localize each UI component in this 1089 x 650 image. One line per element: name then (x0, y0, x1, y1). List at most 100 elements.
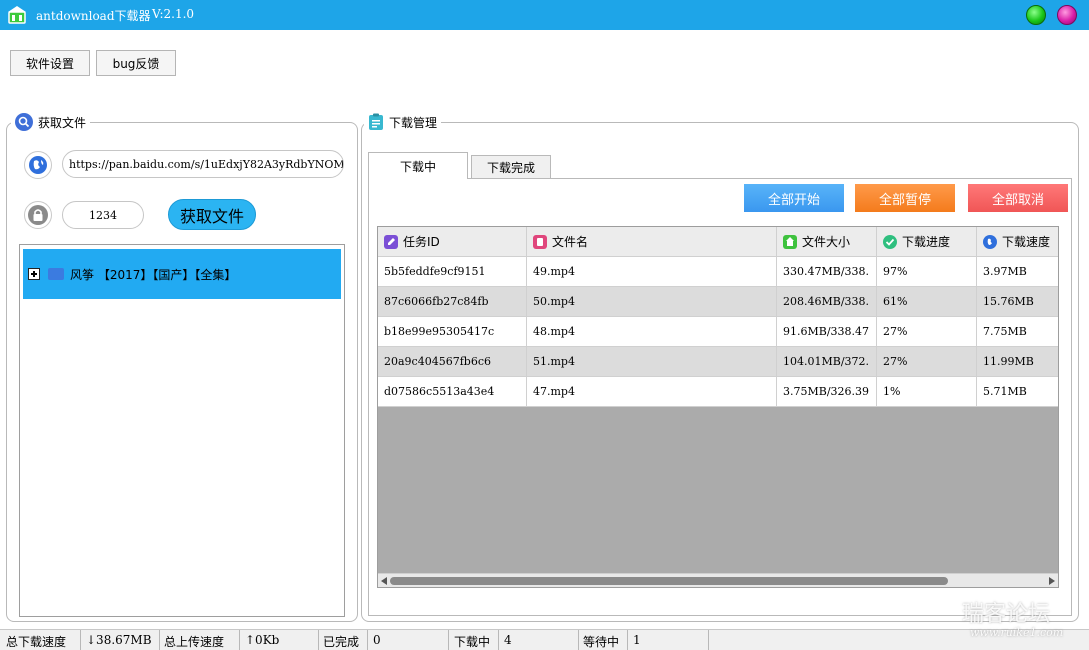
completed-label: 已完成 (323, 635, 360, 649)
storage-icon (783, 234, 797, 249)
cell-task-id: b18e99e95305417c (378, 317, 527, 347)
column-label: 文件名 (552, 235, 589, 249)
cell-filename: 49.mp4 (527, 257, 777, 287)
close-button[interactable] (1057, 5, 1077, 25)
status-divider (318, 630, 319, 650)
table-row[interactable]: 87c6066fb27c84fb 50.mp4 208.46MB/338. 61… (378, 287, 1058, 317)
cell-task-id: 5b5feddfe9cf9151 (378, 257, 527, 287)
status-divider (159, 630, 160, 650)
status-divider (239, 630, 240, 650)
app-title: antdownload下载器 (36, 9, 151, 23)
share-url-input[interactable]: https://pan.baidu.com/s/1uEdxjY82A3yRdbY… (62, 150, 344, 178)
tree-item-label: 风筝 【2017】【国产】【全集】 (70, 267, 237, 282)
column-label: 任务ID (403, 235, 440, 249)
cell-filesize: 3.75MB/326.39 (777, 377, 877, 407)
column-header-speed[interactable]: 下载速度 (977, 227, 1058, 257)
total-upload-label: 总上传速度 (164, 635, 225, 649)
completed-value: 0 (373, 633, 381, 647)
column-label: 文件大小 (802, 235, 851, 249)
downloading-value: 4 (504, 633, 512, 647)
download-manager-title-label: 下载管理 (389, 115, 438, 130)
file-tree: 风筝 【2017】【国产】【全集】 (19, 244, 345, 617)
column-label: 下载进度 (902, 235, 951, 249)
edit-icon (384, 234, 398, 249)
scrollbar-thumb[interactable] (390, 577, 948, 585)
cancel-all-button[interactable]: 全部取消 (968, 184, 1068, 212)
cell-progress: 97% (877, 257, 977, 287)
status-divider (80, 630, 81, 650)
download-manager-group-title: 下载管理 (364, 113, 442, 131)
cell-filesize: 330.47MB/338. (777, 257, 877, 287)
minimize-button[interactable] (1026, 5, 1046, 25)
scroll-right-icon[interactable] (1049, 577, 1055, 585)
settings-button[interactable]: 软件设置 (10, 50, 90, 76)
total-download-value: ↓38.67MB (86, 633, 152, 647)
cell-speed: 11.99MB (977, 347, 1058, 377)
bug-report-button[interactable]: bug反馈 (96, 50, 176, 76)
globe-icon (24, 151, 52, 179)
folder-icon (48, 268, 64, 280)
cell-filesize: 91.6MB/338.47 (777, 317, 877, 347)
file-icon (533, 234, 547, 249)
cell-speed: 7.75MB (977, 317, 1058, 347)
cell-task-id: 87c6066fb27c84fb (378, 287, 527, 317)
column-header-filesize[interactable]: 文件大小 (777, 227, 877, 257)
cell-filename: 47.mp4 (527, 377, 777, 407)
expand-icon[interactable] (28, 268, 40, 280)
fetch-file-button[interactable]: 获取文件 (168, 199, 256, 230)
cell-filename: 50.mp4 (527, 287, 777, 317)
cell-filesize: 208.46MB/338. (777, 287, 877, 317)
cell-filename: 48.mp4 (527, 317, 777, 347)
cell-speed: 15.76MB (977, 287, 1058, 317)
pause-all-button[interactable]: 全部暂停 (855, 184, 955, 212)
app-version: V:2.1.0 (152, 7, 195, 21)
start-all-button[interactable]: 全部开始 (744, 184, 844, 212)
cell-task-id: d07586c5513a43e4 (378, 377, 527, 407)
cell-progress: 27% (877, 317, 977, 347)
status-divider (448, 630, 449, 650)
fetch-file-group-title: 获取文件 (11, 113, 91, 131)
status-bar: 总下载速度 ↓38.67MB 总上传速度 ↑0Kb 已完成 0 下载中 4 等待… (0, 629, 1089, 650)
table-row[interactable]: 5b5feddfe9cf9151 49.mp4 330.47MB/338. 97… (378, 257, 1058, 287)
cell-progress: 61% (877, 287, 977, 317)
table-header: 任务ID 文件名 文件大小 下载进度 下载速度 (378, 227, 1058, 257)
waiting-label: 等待中 (583, 635, 620, 649)
app-logo-icon (8, 6, 26, 24)
check-icon (883, 234, 897, 249)
lock-icon (24, 201, 52, 229)
total-download-label: 总下载速度 (6, 635, 67, 649)
download-table: 任务ID 文件名 文件大小 下载进度 下载速度 5b5feddfe9cf9151… (377, 226, 1059, 588)
cell-speed: 3.97MB (977, 257, 1058, 287)
cell-progress: 1% (877, 377, 977, 407)
cell-progress: 27% (877, 347, 977, 377)
watermark: 瑞客论坛 (962, 602, 1051, 627)
total-upload-value: ↑0Kb (245, 633, 280, 647)
column-label: 下载速度 (1002, 235, 1051, 249)
waiting-value: 1 (633, 633, 641, 647)
table-row[interactable]: d07586c5513a43e4 47.mp4 3.75MB/326.39 1%… (378, 377, 1058, 407)
cell-speed: 5.71MB (977, 377, 1058, 407)
column-header-task-id[interactable]: 任务ID (378, 227, 527, 257)
status-divider (627, 630, 628, 650)
extract-code-input[interactable]: 1234 (62, 201, 144, 229)
status-divider (367, 630, 368, 650)
cell-task-id: 20a9c404567fb6c6 (378, 347, 527, 377)
column-header-progress[interactable]: 下载进度 (877, 227, 977, 257)
tab-completed[interactable]: 下载完成 (471, 155, 551, 178)
table-row[interactable]: b18e99e95305417c 48.mp4 91.6MB/338.47 27… (378, 317, 1058, 347)
horizontal-scrollbar[interactable] (378, 573, 1058, 587)
title-bar: antdownload下载器 V:2.1.0 (0, 0, 1089, 30)
watermark-url: www.ruike1.com (970, 626, 1064, 639)
clipboard-icon (368, 113, 384, 131)
scroll-left-icon[interactable] (381, 577, 387, 585)
tree-item[interactable]: 风筝 【2017】【国产】【全集】 (23, 249, 341, 299)
status-divider (578, 630, 579, 650)
search-icon (15, 113, 33, 131)
column-header-filename[interactable]: 文件名 (527, 227, 777, 257)
cell-filesize: 104.01MB/372. (777, 347, 877, 377)
table-row[interactable]: 20a9c404567fb6c6 51.mp4 104.01MB/372. 27… (378, 347, 1058, 377)
downloading-label: 下载中 (454, 635, 491, 649)
tab-downloading[interactable]: 下载中 (368, 152, 468, 179)
status-divider (708, 630, 709, 650)
fetch-file-title-label: 获取文件 (38, 115, 87, 130)
